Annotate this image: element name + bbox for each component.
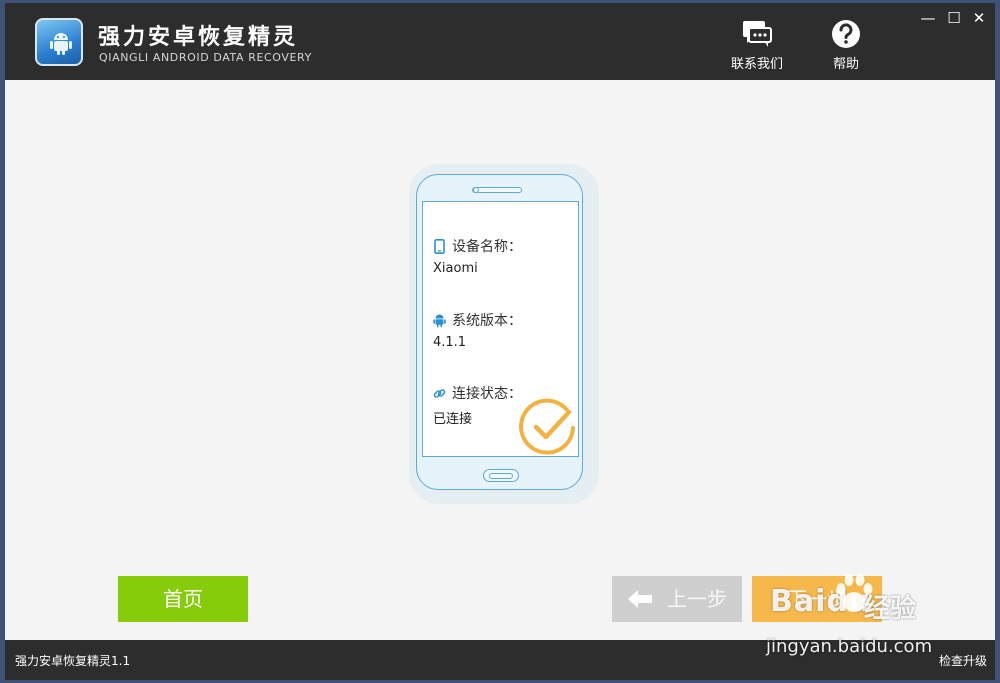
system-version-row: 系统版本： 4.1.1 [433, 310, 522, 350]
phone-screen: 设备名称： Xiaomi 系统版本： 4.1.1 连接状态： 已连接 [422, 201, 579, 457]
home-button[interactable]: 首页 [118, 576, 248, 622]
app-subtitle: QIANGLI ANDROID DATA RECOVERY [99, 51, 312, 64]
minimize-button[interactable]: — [917, 9, 939, 27]
system-version-label: 系统版本： [452, 313, 522, 329]
arrow-left-icon [628, 589, 652, 608]
help-label: 帮助 [832, 57, 859, 72]
app-title: 强力安卓恢复精灵 [98, 25, 299, 50]
connection-status-value: 已连接 [433, 412, 473, 427]
android-robot-icon [50, 33, 72, 55]
device-name-label: 设备名称： [452, 239, 522, 255]
contact-us-button[interactable]: 联系我们 [722, 19, 792, 75]
maximize-button[interactable]: ☐ [943, 9, 965, 27]
device-name-value: Xiaomi [433, 261, 478, 276]
main-content: 设备名称： Xiaomi 系统版本： 4.1.1 连接状态： 已连接 首页 上一… [5, 80, 995, 640]
connection-status-label: 连接状态： [452, 386, 522, 402]
previous-step-button[interactable]: 上一步 [612, 576, 742, 622]
connection-status-row: 连接状态： 已连接 [433, 383, 522, 427]
help-button[interactable]: 帮助 [811, 19, 881, 75]
phone-home-button [483, 469, 519, 482]
contact-us-label: 联系我们 [730, 57, 783, 72]
check-circle-icon [519, 398, 575, 455]
link-icon [433, 388, 446, 398]
previous-step-label: 上一步 [667, 587, 727, 611]
close-button[interactable]: ✕ [968, 9, 990, 27]
chat-bubbles-icon [743, 21, 772, 47]
next-step-button[interactable]: 下一步 [752, 576, 882, 622]
title-bar: 强力安卓恢复精灵 QIANGLI ANDROID DATA RECOVERY 联… [5, 3, 995, 80]
question-circle-icon [832, 20, 860, 48]
phone-camera [473, 187, 479, 193]
app-logo [35, 18, 83, 66]
phone-speaker [472, 187, 522, 193]
status-bar: 强力安卓恢复精灵1.1 检查升级 [5, 640, 995, 680]
system-version-value: 4.1.1 [433, 335, 467, 350]
device-name-row: 设备名称： Xiaomi [433, 236, 522, 276]
phone-illustration: 设备名称： Xiaomi 系统版本： 4.1.1 连接状态： 已连接 [416, 174, 583, 490]
check-upgrade-link[interactable]: 检查升级 [939, 652, 987, 669]
mobile-phone-icon [434, 238, 445, 254]
version-text: 强力安卓恢复精灵1.1 [15, 654, 131, 668]
android-icon [433, 314, 446, 327]
